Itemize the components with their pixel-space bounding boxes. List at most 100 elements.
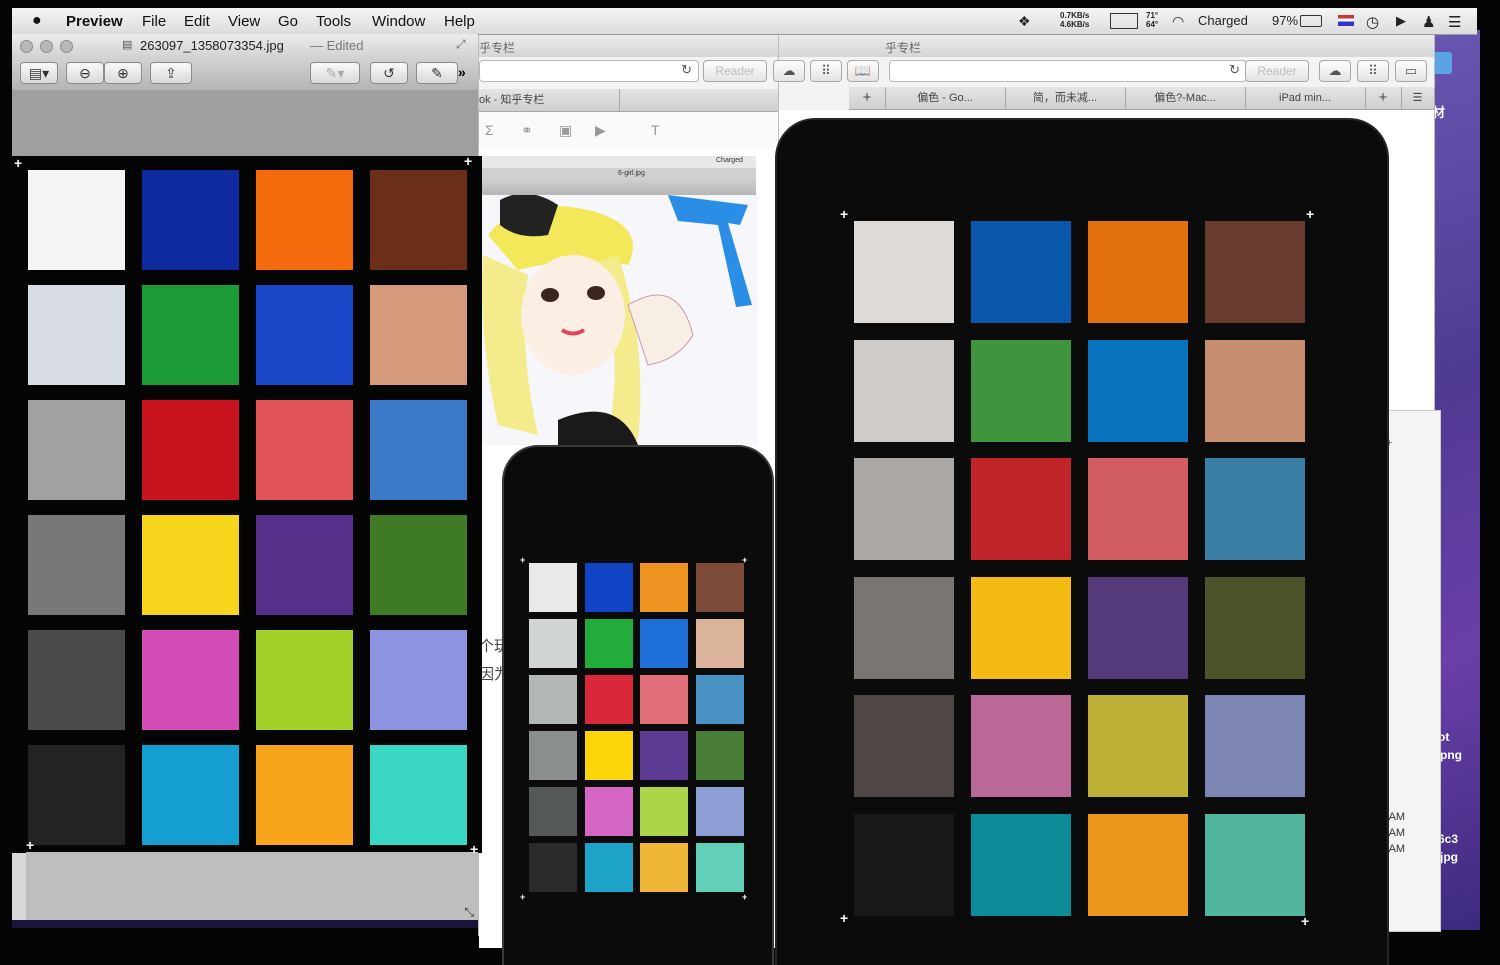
- close-button[interactable]: [20, 40, 33, 53]
- color-swatch: [1205, 813, 1305, 916]
- reader-button[interactable]: Reader: [1245, 60, 1309, 82]
- crosshair-icon: +: [520, 555, 526, 565]
- edit-icon: ✎: [431, 65, 443, 81]
- time-machine-icon[interactable]: ◷: [1366, 13, 1379, 31]
- zoom-in-button[interactable]: ⊕: [104, 62, 142, 84]
- share-icon: ⇪: [165, 65, 177, 81]
- minimize-button[interactable]: [40, 40, 53, 53]
- media-play-icon[interactable]: ▶: [1396, 13, 1406, 29]
- wifi-icon[interactable]: ◠: [1172, 13, 1184, 30]
- color-swatch: [529, 563, 577, 612]
- color-swatch: [1088, 339, 1188, 442]
- pen-icon: ✎▾: [325, 65, 345, 81]
- reload-icon[interactable]: ↻: [681, 62, 692, 78]
- window-title: 乎专栏: [885, 41, 922, 55]
- menu-view[interactable]: View: [228, 13, 260, 30]
- color-swatch: [256, 630, 353, 730]
- dropbox-icon[interactable]: ❖: [1018, 13, 1031, 30]
- input-flag-icon[interactable]: [1338, 15, 1354, 26]
- editor-toolbar: Σ ⚭ ▣ ▶ T: [479, 112, 779, 149]
- menu-help[interactable]: Help: [444, 13, 475, 30]
- color-swatch: [971, 339, 1071, 442]
- top-sites-button[interactable]: ⠿: [1357, 60, 1389, 82]
- tab-4[interactable]: iPad min...: [1245, 87, 1366, 109]
- menu-tools[interactable]: Tools: [316, 13, 351, 30]
- address-bar[interactable]: ↻: [479, 60, 699, 82]
- user-icon[interactable]: ♟: [1422, 13, 1435, 31]
- color-swatch: [256, 400, 353, 500]
- color-swatch: [695, 619, 744, 668]
- reload-icon[interactable]: ↻: [1229, 62, 1240, 78]
- video-icon[interactable]: ▶: [595, 122, 606, 139]
- book-icon: 📖: [854, 63, 872, 78]
- color-swatch: [971, 576, 1071, 679]
- crosshair-icon: +: [470, 841, 479, 857]
- battery-percent: 97%: [1272, 13, 1299, 28]
- tab-list-icon[interactable]: ☰: [1401, 87, 1435, 109]
- link-icon[interactable]: ⚭: [521, 122, 533, 139]
- reading-list-button[interactable]: ▭: [1395, 60, 1427, 82]
- toolbar-overflow-icon[interactable]: »: [458, 64, 466, 80]
- resize-handle-icon[interactable]: ⤡: [464, 905, 474, 920]
- view-menu-button[interactable]: ▤▾: [20, 62, 58, 84]
- toolbar: ▤▾ ⊖ ⊕ ⇪ ✎▾ ↺ ✎ »: [12, 56, 478, 91]
- embedded-screenshot-header: Charged 6-girl.jpg: [478, 156, 756, 196]
- desktop-file-icon-label[interactable]: jpg: [1440, 850, 1458, 864]
- color-swatch: [1088, 221, 1188, 323]
- color-swatch: [584, 731, 633, 780]
- color-swatch: [28, 745, 125, 845]
- window-title: 263097_1358073354.jpg: [140, 38, 284, 53]
- annotate-button[interactable]: ✎▾: [310, 62, 360, 84]
- color-swatch: [142, 745, 239, 845]
- address-bar[interactable]: ↻: [889, 60, 1247, 82]
- color-swatch: [640, 843, 688, 892]
- grid-icon: ⠿: [1368, 63, 1378, 78]
- app-menu[interactable]: Preview: [66, 13, 123, 30]
- net-upload: 0.7KB/s: [1060, 11, 1090, 20]
- rotate-button[interactable]: ↺: [370, 62, 408, 84]
- color-swatch: [640, 675, 688, 724]
- color-swatch: [142, 515, 239, 615]
- tab-3[interactable]: 偏色?-Mac...: [1125, 87, 1246, 109]
- battery-icon[interactable]: [1300, 15, 1322, 27]
- menu-edit[interactable]: Edit: [184, 13, 210, 30]
- tab-2[interactable]: 简，而未减...: [1005, 87, 1126, 109]
- tab-zhihu[interactable]: ok - 知乎专栏: [479, 89, 620, 111]
- image-icon[interactable]: ▣: [559, 122, 572, 139]
- reading-list-button[interactable]: 📖: [847, 60, 879, 82]
- tab-1[interactable]: 偏色 - Go...: [885, 87, 1006, 109]
- tab-bar: + 偏色 - Go... 简，而未减... 偏色?-Mac... iPad mi…: [849, 87, 1435, 110]
- crosshair-icon: +: [840, 206, 849, 222]
- color-swatch: [1088, 695, 1188, 797]
- notification-center-icon[interactable]: ☰: [1448, 13, 1461, 31]
- color-swatch: [370, 285, 467, 385]
- apple-menu-icon[interactable]: ●: [32, 12, 42, 30]
- new-tab-button[interactable]: +: [1365, 87, 1402, 109]
- zoom-out-button[interactable]: ⊖: [66, 62, 104, 84]
- new-tab-button[interactable]: +: [849, 87, 886, 109]
- color-swatch: [1205, 339, 1305, 442]
- zoom-button[interactable]: [60, 40, 73, 53]
- menu-window[interactable]: Window: [372, 13, 425, 30]
- fullscreen-icon[interactable]: ⤢: [456, 37, 466, 52]
- icloud-tabs-button[interactable]: ☁: [773, 60, 805, 82]
- top-sites-button[interactable]: ⠿: [810, 60, 842, 82]
- color-swatch: [1205, 458, 1305, 560]
- desktop-file-icon-label[interactable]: 6c3: [1438, 832, 1458, 846]
- menu-go[interactable]: Go: [278, 13, 298, 30]
- display-icon[interactable]: [1110, 13, 1138, 29]
- folder-icon[interactable]: [1432, 52, 1452, 74]
- crosshair-icon: +: [14, 155, 23, 171]
- menu-file[interactable]: File: [142, 13, 166, 30]
- color-swatch: [854, 695, 954, 797]
- icloud-tabs-button[interactable]: ☁: [1319, 60, 1351, 82]
- share-button[interactable]: ⇪: [150, 62, 192, 84]
- reader-button[interactable]: Reader: [703, 60, 767, 82]
- sigma-icon[interactable]: Σ: [485, 122, 494, 138]
- clear-format-icon[interactable]: T: [651, 122, 660, 138]
- edit-toolbar-button[interactable]: ✎: [416, 62, 458, 84]
- desktop-file-icon-label[interactable]: png: [1440, 748, 1462, 762]
- color-swatch: [529, 619, 577, 668]
- color-swatch: [1088, 458, 1188, 560]
- window-title: 乎专栏: [479, 41, 516, 55]
